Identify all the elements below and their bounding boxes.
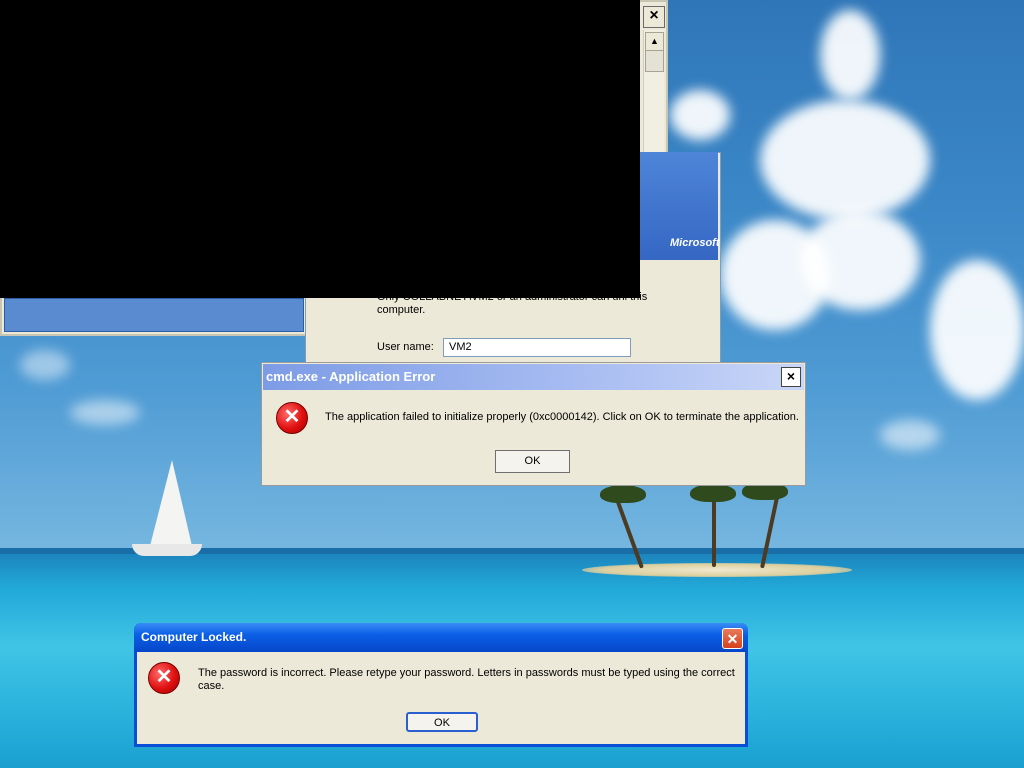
application-error-message: The application failed to initialize pro…: [325, 411, 799, 423]
inner-panel: [4, 298, 304, 332]
error-icon: ✕: [276, 402, 308, 434]
cloud: [20, 350, 70, 380]
application-error-close-button[interactable]: ×: [781, 367, 801, 387]
application-error-title: cmd.exe - Application Error: [263, 364, 804, 390]
scroll-up-button[interactable]: ▲: [645, 32, 664, 51]
island: [582, 563, 852, 577]
cloud: [880, 420, 940, 450]
cloud: [800, 210, 920, 310]
computer-locked-dialog: Computer Locked. ✕ ✕ The password is inc…: [134, 623, 748, 747]
background-window-close-button[interactable]: ×: [643, 6, 665, 28]
computer-locked-title: Computer Locked.: [134, 623, 748, 652]
cloud: [760, 100, 930, 220]
computer-locked-message: The password is incorrect. Please retype…: [198, 667, 735, 692]
sailboat-hull: [132, 544, 202, 556]
scroll-thumb[interactable]: [645, 50, 664, 72]
palm-tree: [712, 492, 716, 567]
computer-locked-body: ✕ The password is incorrect. Please rety…: [137, 652, 745, 744]
palm-leaves: [600, 485, 646, 503]
palm-leaves: [690, 484, 736, 502]
application-error-dialog: cmd.exe - Application Error × ✕ The appl…: [261, 362, 806, 486]
ok-button[interactable]: OK: [406, 712, 478, 732]
cloud: [930, 260, 1024, 400]
computer-locked-close-button[interactable]: ✕: [722, 628, 743, 649]
user-name-input[interactable]: VM2: [443, 338, 631, 357]
cloud: [820, 10, 880, 100]
user-name-label: User name:: [377, 341, 434, 353]
cloud: [670, 90, 730, 140]
microsoft-logo-text: Microsoft: [670, 237, 720, 249]
cloud: [70, 400, 140, 425]
sailboat-sail: [150, 460, 192, 546]
console-window[interactable]: [0, 0, 640, 298]
ok-button[interactable]: OK: [495, 450, 570, 473]
error-icon: ✕: [148, 662, 180, 694]
